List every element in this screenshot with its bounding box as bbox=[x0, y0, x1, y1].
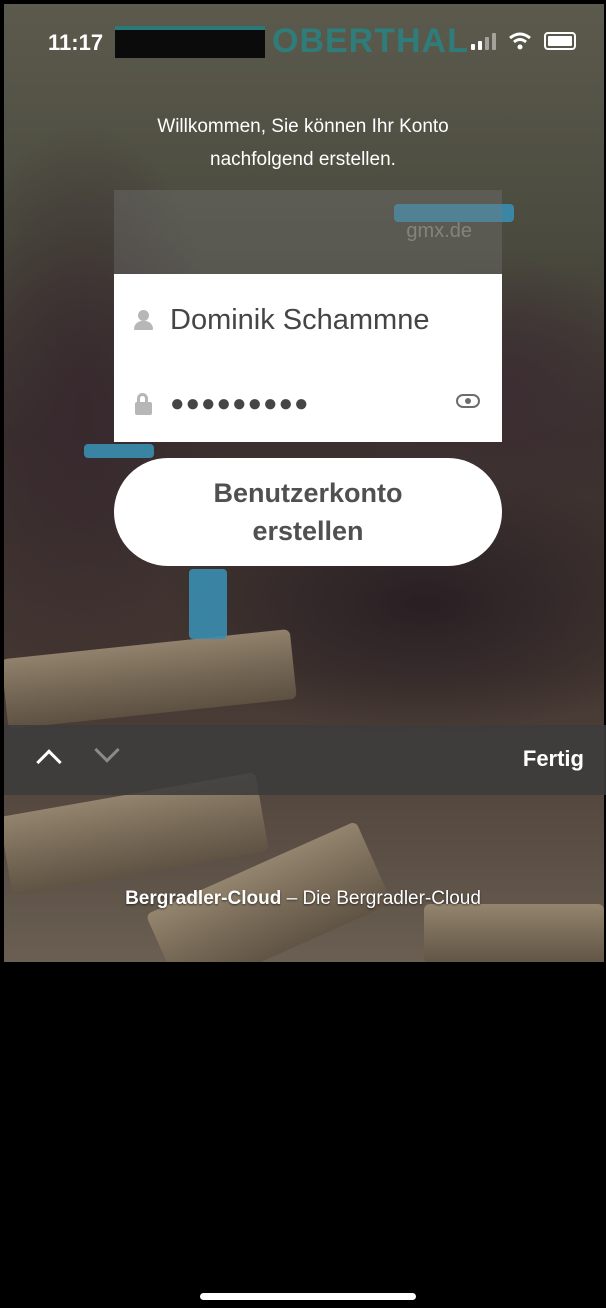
home-indicator[interactable] bbox=[200, 1293, 416, 1300]
keyboard-toolbar: Fertig bbox=[4, 725, 606, 795]
username-value: Dominik Schammne bbox=[170, 303, 430, 336]
signal-icon bbox=[471, 32, 496, 50]
user-icon bbox=[132, 308, 156, 332]
welcome-message: Willkommen, Sie können Ihr Konto nachfol… bbox=[120, 110, 486, 176]
chevron-down-icon[interactable] bbox=[94, 737, 120, 763]
photo-detail bbox=[84, 444, 154, 458]
photo-detail bbox=[189, 569, 227, 639]
footer-tagline: Die Bergradler-Cloud bbox=[302, 888, 481, 909]
create-account-label-2: erstellen bbox=[252, 516, 364, 546]
logo-graphic bbox=[115, 26, 265, 58]
email-value: gmx.de bbox=[406, 220, 472, 242]
footer: Bergradler-Cloud – Die Bergradler-Cloud bbox=[0, 888, 606, 910]
welcome-line-1: Willkommen, Sie können Ihr Konto bbox=[157, 116, 449, 137]
login-card: Dominik Schammne ●●●●●●●●● bbox=[114, 274, 502, 442]
password-field[interactable]: ●●●●●●●●● bbox=[114, 380, 502, 428]
create-account-button[interactable]: Benutzerkonto erstellen bbox=[114, 458, 502, 566]
done-button[interactable]: Fertig bbox=[523, 746, 584, 772]
status-icons bbox=[471, 32, 576, 50]
chevron-up-icon[interactable] bbox=[36, 749, 62, 775]
status-time: 11:17 bbox=[48, 30, 104, 55]
logo: OBERTHAL bbox=[272, 22, 469, 60]
email-field[interactable]: gmx.de bbox=[114, 190, 502, 274]
eye-icon[interactable] bbox=[456, 394, 480, 408]
screen: 11:17 OBERTHAL Willkommen, Sie können Ih… bbox=[0, 0, 606, 1308]
create-account-label-1: Benutzerkonto bbox=[213, 478, 403, 508]
wifi-icon bbox=[509, 32, 531, 50]
footer-brand-link[interactable]: Bergradler-Cloud bbox=[125, 888, 281, 909]
welcome-line-2: nachfolgend erstellen. bbox=[210, 149, 396, 170]
username-field[interactable]: Dominik Schammne bbox=[114, 296, 502, 344]
footer-separator: – bbox=[281, 888, 303, 909]
lock-icon bbox=[132, 392, 156, 416]
photo-log bbox=[4, 629, 297, 729]
photo-log bbox=[424, 904, 604, 962]
password-value: ●●●●●●●●● bbox=[170, 390, 310, 417]
battery-icon bbox=[544, 32, 576, 50]
